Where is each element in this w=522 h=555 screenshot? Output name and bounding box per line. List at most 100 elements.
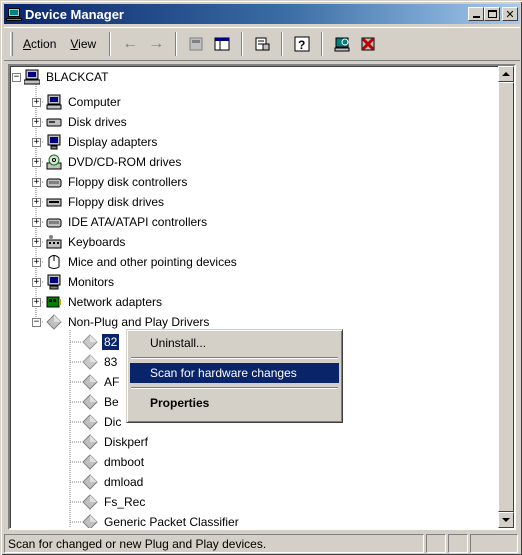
driver-label: Dic [104,415,122,429]
device-tree[interactable]: − BLACKCAT + Computer + Disk drives + Display… [8,64,516,530]
menu-separator [131,357,338,359]
display-adapter-icon [47,134,61,150]
scroll-down-button[interactable] [498,512,514,528]
root-collapse-toggle[interactable]: − [12,73,21,82]
tree-driver-item[interactable]: Dic [82,413,123,431]
context-menu: Uninstall... Scan for hardware changes P… [126,329,343,423]
tree-category-item[interactable]: Monitors [46,273,116,291]
tree-category-item[interactable]: Floppy disk drives [46,193,166,211]
close-button[interactable]: ✕ [502,7,518,21]
device-manager-window: Device Manager ✕ Action View ← → ? − BLA… [0,0,522,555]
category-expand-toggle[interactable]: + [32,298,41,307]
tree-category-item[interactable]: Display adapters [46,133,159,151]
tree-category-item[interactable]: Disk drives [46,113,129,131]
tree-category-item[interactable]: DVD/CD-ROM drives [46,153,183,171]
computer-icon [24,69,40,85]
category-label: Keyboards [68,235,126,249]
status-pane-2 [426,534,446,553]
properties-menu-item[interactable]: Properties [130,393,339,413]
category-expand-toggle[interactable]: + [32,238,41,247]
driver-icon [82,354,98,370]
controller-icon [46,178,62,188]
category-label: Monitors [68,275,115,289]
tree-driver-item[interactable]: 83 [82,353,119,371]
tree-driver-item[interactable]: dmload [82,473,145,491]
tree-driver-item[interactable]: AF [82,373,121,391]
tree-category-item[interactable]: Computer [46,93,123,111]
action-menu-label: ction [31,37,57,51]
category-label: Non-Plug and Play Drivers [68,315,210,329]
driver-icon [82,414,98,430]
tree-category-item[interactable]: IDE ATA/ATAPI controllers [46,213,209,231]
tree-driver-item[interactable]: Fs_Rec [82,493,147,511]
driver-label: Be [104,395,119,409]
tree-driver-item[interactable]: Be [82,393,121,411]
category-label: Computer [68,95,121,109]
category-expand-toggle[interactable]: + [32,178,41,187]
mouse-icon [48,255,60,269]
category-label: Display adapters [68,135,158,149]
driver-label: dmload [104,475,144,489]
action-menu[interactable]: Action [16,35,63,53]
tree-driver-item[interactable]: dmboot [82,453,146,471]
help-icon: ? [294,36,310,52]
tree-category-item[interactable]: Mice and other pointing devices [46,253,239,271]
monitor-icon [47,274,61,290]
title-bar[interactable]: Device Manager ✕ [4,4,520,24]
console-tree-icon [214,37,230,51]
tree-driver-item[interactable]: Diskperf [82,433,150,451]
tree-driver-item[interactable]: 82 [82,333,120,351]
uninstall-icon [361,37,375,51]
uninstall-button[interactable] [357,33,379,55]
svg-text:?: ? [298,38,305,52]
scroll-thumb[interactable] [498,82,514,512]
category-expand-toggle[interactable]: + [32,98,41,107]
properties-button[interactable] [251,33,273,55]
scan-hardware-button[interactable] [331,33,353,55]
view-menu[interactable]: View [63,35,103,53]
up-one-level-button[interactable] [185,33,207,55]
back-button[interactable]: ← [119,33,141,55]
tree-driver-item[interactable]: Generic Packet Classifier [82,513,241,528]
category-expand-toggle[interactable]: + [32,118,41,127]
tree-root[interactable]: BLACKCAT [24,68,110,86]
toolbar-grip[interactable] [10,32,13,56]
maximize-button[interactable] [484,7,500,21]
scan-hardware-menu-item[interactable]: Scan for hardware changes [130,363,339,383]
driver-label: 82 [102,334,120,350]
tree-category-item[interactable]: Floppy disk controllers [46,173,189,191]
category-expand-toggle[interactable]: + [32,198,41,207]
scroll-up-button[interactable] [498,66,514,82]
view-menu-label: iew [78,37,97,51]
toolbar: Action View ← → ? [4,27,520,61]
uninstall-menu-item[interactable]: Uninstall... [130,333,339,353]
category-expand-toggle[interactable]: − [32,318,41,327]
root-label: BLACKCAT [46,70,109,84]
tree-category-item[interactable]: Network adapters [46,293,164,311]
help-button[interactable]: ? [291,33,313,55]
minimize-button[interactable] [468,7,484,21]
vertical-scrollbar[interactable] [498,66,514,528]
status-bar: Scan for changed or new Plug and Play de… [4,534,520,553]
driver-icon [46,314,62,330]
cdrom-icon [46,154,62,170]
driver-icon [82,394,98,410]
category-expand-toggle[interactable]: + [32,218,41,227]
tree-category-item[interactable]: Keyboards [46,233,127,251]
category-label: Floppy disk controllers [68,175,188,189]
category-expand-toggle[interactable]: + [32,278,41,287]
category-label: IDE ATA/ATAPI controllers [68,215,208,229]
category-expand-toggle[interactable]: + [32,158,41,167]
window-title: Device Manager [25,6,124,22]
driver-icon [82,514,98,528]
scroll-up-arrow-icon [502,72,510,76]
category-expand-toggle[interactable]: + [32,258,41,267]
category-expand-toggle[interactable]: + [32,138,41,147]
toolbar-separator [175,32,178,56]
status-text: Scan for changed or new Plug and Play de… [4,534,424,553]
driver-label: Diskperf [104,435,149,449]
scroll-down-arrow-icon [502,518,510,522]
forward-button[interactable]: → [145,33,167,55]
show-hide-tree-button[interactable] [211,33,233,55]
menu-separator [131,387,338,389]
